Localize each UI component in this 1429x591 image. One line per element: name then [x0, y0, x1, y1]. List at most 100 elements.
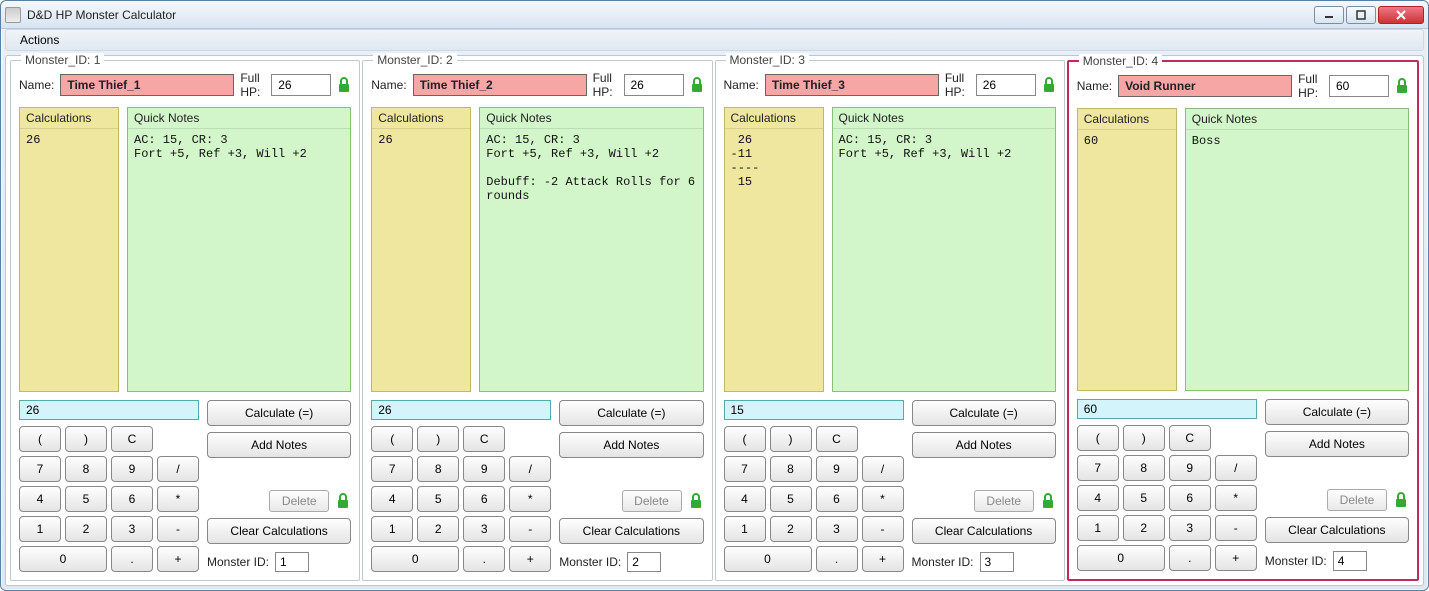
keypad-k1[interactable]: 1	[1077, 515, 1119, 541]
keypad-k3[interactable]: 3	[816, 516, 858, 542]
add-notes-button[interactable]: Add Notes	[207, 432, 351, 458]
calculate-button[interactable]: Calculate (=)	[207, 400, 351, 426]
keypad-clear[interactable]: C	[1169, 425, 1211, 451]
keypad-dot[interactable]: .	[1169, 545, 1211, 571]
display-input[interactable]	[371, 400, 551, 420]
keypad-k4[interactable]: 4	[724, 486, 766, 512]
keypad-0[interactable]: 0	[371, 546, 459, 572]
calculate-button[interactable]: Calculate (=)	[1265, 399, 1409, 425]
keypad-k8[interactable]: 8	[1123, 455, 1165, 481]
keypad-clear[interactable]: C	[816, 426, 858, 452]
delete-button[interactable]: Delete	[622, 490, 682, 512]
fullhp-input[interactable]	[1329, 75, 1389, 97]
keypad-k9[interactable]: 9	[1169, 455, 1211, 481]
keypad-0[interactable]: 0	[724, 546, 812, 572]
lock-icon[interactable]	[337, 76, 351, 94]
keypad-k9[interactable]: 9	[816, 456, 858, 482]
keypad-k1[interactable]: 1	[724, 516, 766, 542]
add-notes-button[interactable]: Add Notes	[1265, 431, 1409, 457]
clear-calculations-button[interactable]: Clear Calculations	[559, 518, 703, 544]
delete-button[interactable]: Delete	[974, 490, 1034, 512]
minimize-button[interactable]	[1314, 6, 1344, 24]
keypad-add[interactable]: +	[862, 546, 904, 572]
delete-button[interactable]: Delete	[1327, 489, 1387, 511]
keypad-k6[interactable]: 6	[463, 486, 505, 512]
add-notes-button[interactable]: Add Notes	[559, 432, 703, 458]
lock-icon[interactable]	[688, 492, 704, 510]
keypad-rparen[interactable]: )	[417, 426, 459, 452]
keypad-sub[interactable]: -	[509, 516, 551, 542]
keypad-k4[interactable]: 4	[1077, 485, 1119, 511]
keypad-add[interactable]: +	[157, 546, 199, 572]
keypad-k3[interactable]: 3	[1169, 515, 1211, 541]
lock-icon[interactable]	[1042, 76, 1056, 94]
keypad-dot[interactable]: .	[463, 546, 505, 572]
keypad-k6[interactable]: 6	[1169, 485, 1211, 511]
keypad-mul[interactable]: *	[862, 486, 904, 512]
name-input[interactable]	[1118, 75, 1292, 97]
keypad-mul[interactable]: *	[1215, 485, 1257, 511]
keypad-0[interactable]: 0	[19, 546, 107, 572]
clear-calculations-button[interactable]: Clear Calculations	[912, 518, 1056, 544]
keypad-rparen[interactable]: )	[1123, 425, 1165, 451]
name-input[interactable]	[765, 74, 939, 96]
keypad-k5[interactable]: 5	[417, 486, 459, 512]
keypad-0[interactable]: 0	[1077, 545, 1165, 571]
close-button[interactable]	[1378, 6, 1424, 24]
clear-calculations-button[interactable]: Clear Calculations	[207, 518, 351, 544]
keypad-k7[interactable]: 7	[371, 456, 413, 482]
keypad-k5[interactable]: 5	[65, 486, 107, 512]
keypad-k7[interactable]: 7	[724, 456, 766, 482]
keypad-rparen[interactable]: )	[770, 426, 812, 452]
lock-icon[interactable]	[1395, 77, 1409, 95]
keypad-add[interactable]: +	[509, 546, 551, 572]
fullhp-input[interactable]	[976, 74, 1036, 96]
keypad-div[interactable]: /	[509, 456, 551, 482]
keypad-dot[interactable]: .	[111, 546, 153, 572]
lock-icon[interactable]	[335, 492, 351, 510]
keypad-lparen[interactable]: (	[371, 426, 413, 452]
name-input[interactable]	[413, 74, 587, 96]
keypad-add[interactable]: +	[1215, 545, 1257, 571]
fullhp-input[interactable]	[271, 74, 331, 96]
keypad-sub[interactable]: -	[862, 516, 904, 542]
keypad-k7[interactable]: 7	[19, 456, 61, 482]
display-input[interactable]	[1077, 399, 1257, 419]
keypad-div[interactable]: /	[862, 456, 904, 482]
calculate-button[interactable]: Calculate (=)	[559, 400, 703, 426]
keypad-k4[interactable]: 4	[19, 486, 61, 512]
maximize-button[interactable]	[1346, 6, 1376, 24]
keypad-clear[interactable]: C	[463, 426, 505, 452]
keypad-sub[interactable]: -	[1215, 515, 1257, 541]
keypad-rparen[interactable]: )	[65, 426, 107, 452]
clear-calculations-button[interactable]: Clear Calculations	[1265, 517, 1409, 543]
keypad-k8[interactable]: 8	[65, 456, 107, 482]
keypad-lparen[interactable]: (	[1077, 425, 1119, 451]
keypad-k2[interactable]: 2	[1123, 515, 1165, 541]
keypad-k3[interactable]: 3	[463, 516, 505, 542]
keypad-k4[interactable]: 4	[371, 486, 413, 512]
keypad-lparen[interactable]: (	[724, 426, 766, 452]
calculate-button[interactable]: Calculate (=)	[912, 400, 1056, 426]
lock-icon[interactable]	[1393, 491, 1409, 509]
keypad-k1[interactable]: 1	[19, 516, 61, 542]
monster-id-input[interactable]	[627, 552, 661, 572]
keypad-mul[interactable]: *	[509, 486, 551, 512]
keypad-k2[interactable]: 2	[417, 516, 459, 542]
keypad-k6[interactable]: 6	[111, 486, 153, 512]
keypad-div[interactable]: /	[157, 456, 199, 482]
display-input[interactable]	[19, 400, 199, 420]
keypad-k5[interactable]: 5	[770, 486, 812, 512]
keypad-k2[interactable]: 2	[770, 516, 812, 542]
keypad-k5[interactable]: 5	[1123, 485, 1165, 511]
keypad-k1[interactable]: 1	[371, 516, 413, 542]
delete-button[interactable]: Delete	[269, 490, 329, 512]
keypad-k8[interactable]: 8	[770, 456, 812, 482]
keypad-clear[interactable]: C	[111, 426, 153, 452]
keypad-k2[interactable]: 2	[65, 516, 107, 542]
keypad-k3[interactable]: 3	[111, 516, 153, 542]
display-input[interactable]	[724, 400, 904, 420]
keypad-k9[interactable]: 9	[463, 456, 505, 482]
monster-id-input[interactable]	[1333, 551, 1367, 571]
keypad-sub[interactable]: -	[157, 516, 199, 542]
